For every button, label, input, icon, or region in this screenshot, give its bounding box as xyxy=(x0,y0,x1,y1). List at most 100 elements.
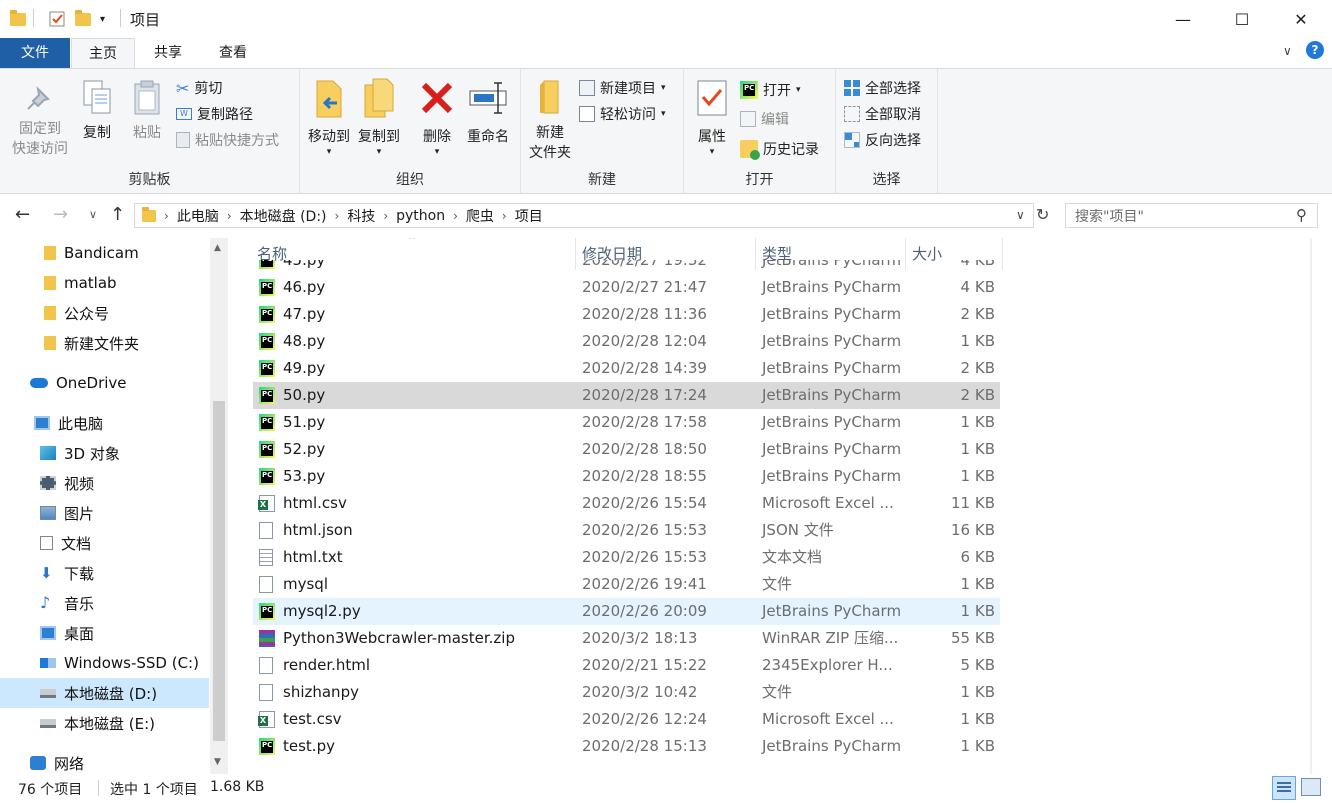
easy-access-button[interactable]: 轻松访问 ▾ xyxy=(579,102,666,126)
navigation-pane[interactable]: Bandicam matlab 公众号 新建文件夹 OneDrive 此电脑 3D 对象 视频… xyxy=(0,238,228,774)
new-folder-button[interactable]: 新建 文件夹 xyxy=(525,77,575,163)
file-row[interactable]: PC mysql2.py 2020/2/26 20:09 JetBrains PyCh… xyxy=(253,598,1000,625)
nav-item-local-disk-d[interactable]: 本地磁盘 (D:) xyxy=(0,678,209,708)
nav-item-pictures[interactable]: 图片 xyxy=(0,498,209,528)
breadcrumb-separator[interactable]: › xyxy=(502,209,507,223)
invert-selection-button[interactable]: 反向选择 xyxy=(844,128,921,152)
breadcrumb-tech[interactable]: 科技 xyxy=(347,206,375,226)
file-name: html.json xyxy=(283,521,353,539)
file-row[interactable]: PC test.py 2020/2/28 15:13 JetBrains PyChar… xyxy=(253,733,1000,760)
file-type: JSON 文件 xyxy=(762,521,834,539)
nav-item-gongzhonghao[interactable]: 公众号 xyxy=(0,298,209,328)
help-icon[interactable]: ? xyxy=(1306,41,1324,59)
recent-locations-icon[interactable]: ∨ xyxy=(89,208,97,221)
delete-button[interactable]: 删除 ▾ xyxy=(416,77,458,157)
breadcrumb-separator[interactable]: › xyxy=(383,209,388,223)
tab-share[interactable]: 共享 xyxy=(143,38,193,68)
file-list-scrollbar[interactable]: ▲ ▼ xyxy=(1310,238,1312,774)
pin-quick-access-button[interactable]: 固定到 快速访问 xyxy=(8,81,72,159)
paste-shortcut-button[interactable]: 粘贴快捷方式 xyxy=(176,128,279,152)
file-row[interactable]: mysql 2020/2/26 19:41 文件 1 KB xyxy=(253,571,1000,598)
file-row[interactable]: PC 48.py 2020/2/28 12:04 JetBrains PyCharm 1… xyxy=(253,328,1000,355)
search-input[interactable]: 搜索"项目" ⚲ xyxy=(1065,203,1318,228)
nav-item-matlab[interactable]: matlab xyxy=(0,268,209,298)
nav-item-3d-objects[interactable]: 3D 对象 xyxy=(0,438,209,468)
rename-label: 重命名 xyxy=(467,129,509,145)
copy-to-button[interactable]: 复制到 ▾ xyxy=(356,77,402,157)
file-row[interactable]: Python3Webcrawler-master.zip 2020/3/2 18:… xyxy=(253,625,1000,652)
breadcrumb-crawler[interactable]: 爬虫 xyxy=(466,206,494,226)
nav-item-network[interactable]: 网络 xyxy=(0,748,209,774)
cut-button[interactable]: ✂ 剪切 xyxy=(176,76,222,100)
address-bar[interactable]: › 此电脑 › 本地磁盘 (D:) › 科技 › python › 爬虫 › 项… xyxy=(134,203,1034,228)
file-row[interactable]: Xhtml.csv 2020/2/26 15:54 Microsoft Excel … xyxy=(253,490,1000,517)
file-row[interactable]: html.json 2020/2/26 15:53 JSON 文件 16 KB xyxy=(253,517,1000,544)
file-row[interactable]: shizhanpy 2020/3/2 10:42 文件 1 KB xyxy=(253,679,1000,706)
breadcrumb-project[interactable]: 项目 xyxy=(515,206,543,226)
breadcrumb-separator[interactable]: › xyxy=(227,209,232,223)
properties-button[interactable]: 属性 ▾ xyxy=(690,77,734,157)
file-row[interactable]: PC 49.py 2020/2/28 14:39 JetBrains PyCharm 2… xyxy=(253,355,1000,382)
nav-item-windows-ssd-c[interactable]: Windows-SSD (C:) xyxy=(0,648,209,678)
tab-home[interactable]: 主页 xyxy=(71,38,135,69)
file-row[interactable]: PC 51.py 2020/2/28 17:58 JetBrains PyCharm 1… xyxy=(253,409,1000,436)
history-button[interactable]: 历史记录 xyxy=(740,137,819,161)
breadcrumb-python[interactable]: python xyxy=(396,208,445,224)
paste-button[interactable]: 粘贴 xyxy=(126,79,168,143)
open-button[interactable]: PC 打开 ▾ xyxy=(740,78,801,102)
address-dropdown-icon[interactable]: ∨ xyxy=(1016,208,1025,222)
tab-file[interactable]: 文件 xyxy=(0,38,70,68)
file-row[interactable]: PC 47.py 2020/2/28 11:36 JetBrains PyCharm 2… xyxy=(253,301,1000,328)
file-row[interactable]: render.html 2020/2/21 15:22 2345Explorer H… xyxy=(253,652,1000,679)
refresh-icon[interactable]: ↻ xyxy=(1036,205,1049,224)
move-to-button[interactable]: 移动到 ▾ xyxy=(306,77,352,157)
file-row[interactable]: PC 46.py 2020/2/27 21:47 JetBrains PyCharm 4… xyxy=(253,274,1000,301)
breadcrumb-separator[interactable]: › xyxy=(164,209,169,223)
file-row[interactable]: PC 45.py 2020/2/27 19:32 JetBrains PyCharm 4… xyxy=(253,260,1000,274)
tab-view[interactable]: 查看 xyxy=(208,38,258,68)
nav-item-bandicam[interactable]: Bandicam xyxy=(0,238,209,268)
breadcrumb-separator[interactable]: › xyxy=(335,209,340,223)
details-view-icon[interactable] xyxy=(1272,776,1296,800)
file-row[interactable]: html.txt 2020/2/26 15:53 文本文档 6 KB xyxy=(253,544,1000,571)
breadcrumb-separator[interactable]: › xyxy=(453,209,458,223)
back-arrow-icon[interactable]: ← xyxy=(15,204,30,225)
new-item-button[interactable]: 新建项目 ▾ xyxy=(579,76,666,100)
nav-item-local-disk-e[interactable]: 本地磁盘 (E:) xyxy=(0,708,209,738)
nav-item-desktop[interactable]: 桌面 xyxy=(0,618,209,648)
file-row[interactable]: Xtest.csv 2020/2/26 12:24 Microsoft Excel … xyxy=(253,706,1000,733)
nav-item-documents[interactable]: 文档 xyxy=(0,528,209,558)
nav-item-onedrive[interactable]: OneDrive xyxy=(0,368,209,398)
nav-item-music[interactable]: ♪ 音乐 xyxy=(0,588,209,618)
search-placeholder: 搜索"项目" xyxy=(1075,208,1144,225)
up-arrow-icon[interactable]: ↑ xyxy=(110,204,125,225)
nav-item-downloads[interactable]: ⬇ 下载 xyxy=(0,558,209,588)
breadcrumb-this-pc[interactable]: 此电脑 xyxy=(177,206,219,226)
breadcrumb-drive-d[interactable]: 本地磁盘 (D:) xyxy=(240,206,327,226)
nav-item-videos[interactable]: 视频 xyxy=(0,468,209,498)
nav-scrollbar[interactable]: ▲ ▼ xyxy=(210,238,228,774)
rename-button[interactable]: 重命名 xyxy=(462,77,514,147)
forward-arrow-icon[interactable]: → xyxy=(53,204,68,225)
file-row[interactable]: PC 52.py 2020/2/28 18:50 JetBrains PyCharm 1… xyxy=(253,436,1000,463)
close-button[interactable]: ✕ xyxy=(1278,0,1324,38)
nav-item-new-folder[interactable]: 新建文件夹 xyxy=(0,328,209,358)
select-none-button[interactable]: 全部取消 xyxy=(844,102,921,126)
select-all-button[interactable]: 全部选择 xyxy=(844,76,921,100)
file-row[interactable]: PC 53.py 2020/2/28 18:55 JetBrains PyCharm 1… xyxy=(253,463,1000,490)
minimize-button[interactable]: — xyxy=(1160,0,1206,38)
file-list[interactable]: ^ 名称 修改日期 类型 大小 PC45.py2020/2/27 19:32Je… xyxy=(228,238,1312,774)
large-icons-view-icon[interactable] xyxy=(1301,778,1321,796)
edit-button[interactable]: 编辑 xyxy=(740,107,789,131)
maximize-button[interactable]: ☐ xyxy=(1219,0,1265,38)
new-folder-quick-icon[interactable] xyxy=(75,8,91,30)
copy-path-button[interactable]: W 复制路径 xyxy=(176,102,253,126)
copy-to-icon xyxy=(364,78,394,118)
copy-button[interactable]: 复制 xyxy=(76,79,118,143)
file-type: JetBrains PyCharm xyxy=(762,260,902,269)
nav-item-this-pc[interactable]: 此电脑 xyxy=(0,408,209,438)
file-row[interactable]: PC 50.py 2020/2/28 17:24 JetBrains PyCharm 2… xyxy=(253,382,1000,409)
properties-quick-icon[interactable] xyxy=(48,8,66,30)
customize-quick-access-icon[interactable]: ▾ xyxy=(100,8,105,30)
collapse-ribbon-icon[interactable]: ∨ xyxy=(1283,44,1292,58)
